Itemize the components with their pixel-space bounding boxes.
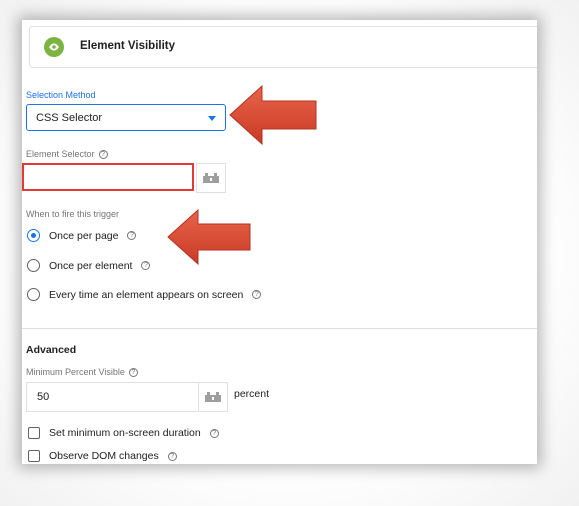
help-icon[interactable]: ? [127,231,137,240]
radio-button-checked[interactable] [27,229,40,242]
help-icon[interactable]: ? [167,451,177,461]
checkbox[interactable] [28,427,40,439]
fire-label: When to fire this trigger [26,209,120,219]
section-divider [22,328,537,329]
help-icon[interactable]: ? [209,428,219,438]
min-percent-label-row: Minimum Percent Visible ? [26,367,138,377]
element-selector-input[interactable] [22,163,194,191]
trigger-type-header[interactable]: Element Visibility [29,26,537,68]
variable-picker-button[interactable] [198,382,228,412]
chevron-down-icon [208,116,216,121]
variable-picker-button[interactable] [196,163,226,193]
element-selector-label: Element Selector [26,149,95,159]
annotation-arrow-icon [229,84,317,146]
help-icon[interactable]: ? [98,149,108,159]
help-icon[interactable]: ? [252,290,262,299]
advanced-title: Advanced [26,344,77,356]
annotation-arrow-icon [167,208,251,266]
help-icon[interactable]: ? [141,261,151,270]
brick-icon [205,392,221,402]
selection-method-label: Selection Method [26,90,96,100]
radio-every-time[interactable]: Every time an element appears on screen … [27,288,262,301]
selection-method-value: CSS Selector [36,112,103,124]
radio-once-per-element[interactable]: Once per element ? [27,259,151,272]
min-percent-suffix: percent [234,388,270,400]
min-percent-label: Minimum Percent Visible [26,367,125,377]
radio-button[interactable] [27,288,40,301]
trigger-type-title: Element Visibility [80,40,176,52]
eye-icon [44,37,64,57]
brick-icon [203,173,219,183]
radio-button[interactable] [27,259,40,272]
min-percent-input[interactable]: 50 [26,382,198,412]
selection-method-dropdown[interactable]: CSS Selector [26,104,226,131]
checkbox-min-duration[interactable]: Set minimum on-screen duration ? [28,427,219,439]
radio-once-per-page[interactable]: Once per page ? [27,229,137,242]
help-icon[interactable]: ? [128,367,138,377]
checkbox[interactable] [28,450,40,462]
element-selector-label-row: Element Selector ? [26,149,108,159]
checkbox-observe-dom[interactable]: Observe DOM changes ? [28,450,177,462]
